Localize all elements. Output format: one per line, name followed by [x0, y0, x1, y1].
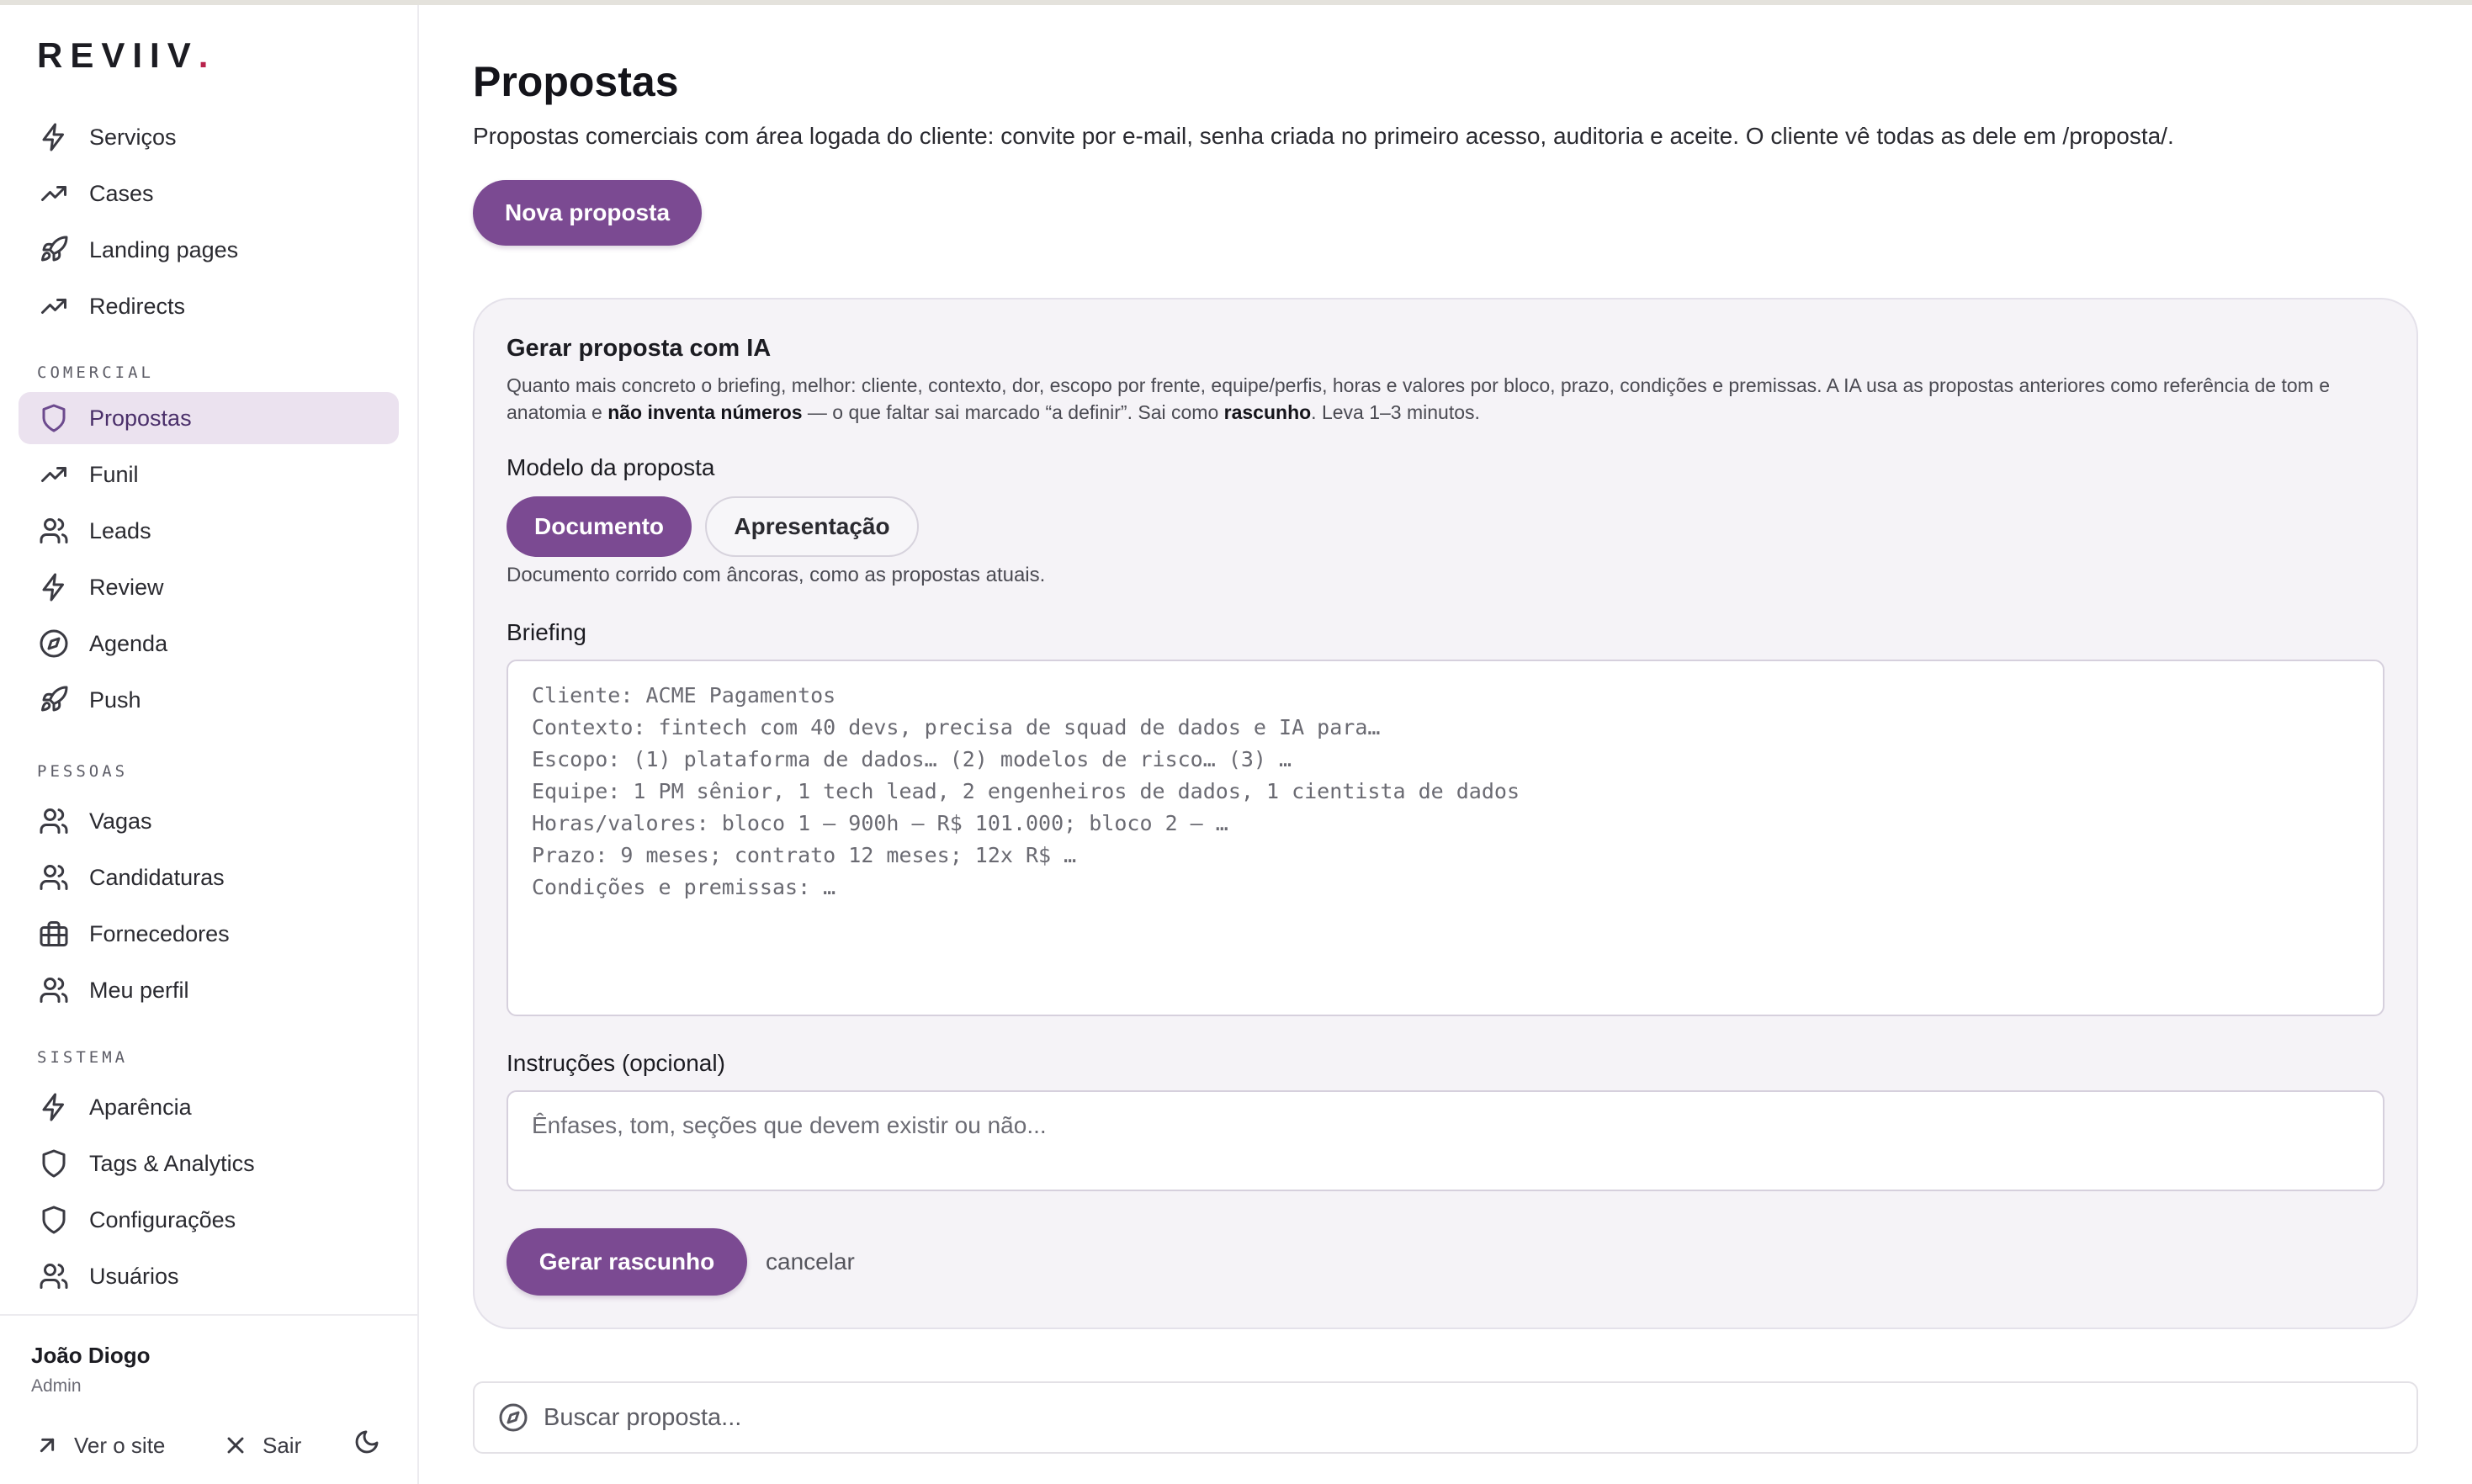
- page-title: Propostas: [473, 58, 679, 105]
- sidebar-item-funil[interactable]: Funil: [19, 448, 399, 501]
- section-label-sistema: SISTEMA: [37, 1048, 129, 1067]
- model-option-documento[interactable]: Documento: [507, 496, 692, 557]
- sidebar-item-redirects[interactable]: Redirects: [19, 280, 399, 332]
- sidebar-item-label: Redirects: [89, 293, 186, 319]
- compass-icon: [499, 1403, 528, 1432]
- sidebar-item-label: Aparência: [89, 1094, 192, 1120]
- sidebar-item-label: Propostas: [89, 405, 192, 431]
- ai-card-description: Quanto mais concreto o briefing, melhor:…: [507, 374, 2331, 423]
- sidebar-item-servicos[interactable]: Serviços: [19, 111, 399, 163]
- model-label: Modelo da proposta: [507, 454, 715, 480]
- lightning-icon: [37, 570, 71, 604]
- generate-draft-button[interactable]: Gerar rascunho: [507, 1228, 747, 1296]
- briefing-textarea[interactable]: [507, 660, 2384, 1016]
- user-name: João Diogo: [31, 1343, 151, 1368]
- search-input[interactable]: [542, 1402, 2396, 1433]
- sidebar-item-fornecedores[interactable]: Fornecedores: [19, 908, 399, 960]
- instructions-textarea[interactable]: [507, 1090, 2384, 1191]
- sidebar-item-label: Candidaturas: [89, 864, 225, 890]
- sidebar-item-review[interactable]: Review: [19, 561, 399, 613]
- lightning-icon: [37, 120, 71, 154]
- sidebar-item-aparencia[interactable]: Aparência: [19, 1081, 399, 1133]
- search-bar[interactable]: [473, 1381, 2418, 1454]
- model-helper-text: Documento corrido com âncoras, como as p…: [507, 564, 1046, 586]
- model-option-apresentacao[interactable]: Apresentação: [705, 496, 919, 557]
- new-proposal-button[interactable]: Nova proposta: [473, 180, 702, 246]
- close-icon: [227, 1437, 244, 1454]
- users-icon: [37, 514, 71, 548]
- sidebar-item-label: Landing pages: [89, 236, 239, 262]
- shield-icon: [37, 1147, 71, 1180]
- sidebar-item-label: Funil: [89, 461, 139, 487]
- sidebar-item-label: Tags & Analytics: [89, 1150, 255, 1176]
- theme-toggle[interactable]: [353, 1428, 387, 1462]
- trend-icon: [37, 458, 71, 491]
- view-site-link[interactable]: Ver o site: [34, 1425, 165, 1465]
- sidebar-item-label: Vagas: [89, 808, 152, 834]
- users-icon: [37, 973, 71, 1007]
- sidebar-item-push[interactable]: Push: [19, 674, 399, 726]
- sidebar-item-vagas[interactable]: Vagas: [19, 795, 399, 847]
- sidebar-item-label: Serviços: [89, 124, 177, 150]
- compass-icon: [37, 627, 71, 660]
- briefing-label: Briefing: [507, 619, 586, 645]
- section-label-pessoas: PESSOAS: [37, 762, 129, 781]
- sidebar-divider: [0, 1314, 417, 1316]
- sidebar-item-usuarios[interactable]: Usuários: [19, 1250, 399, 1302]
- instructions-label: Instruções (opcional): [507, 1050, 725, 1076]
- sidebar-item-label: Fornecedores: [89, 920, 230, 946]
- sidebar-item-meu-perfil[interactable]: Meu perfil: [19, 964, 399, 1016]
- moon-icon: [355, 1430, 379, 1454]
- sidebar-item-cases[interactable]: Cases: [19, 167, 399, 220]
- sidebar-item-label: Cases: [89, 180, 154, 206]
- briefcase-icon: [37, 917, 71, 951]
- sidebar-item-label: Meu perfil: [89, 977, 189, 1003]
- sidebar-item-landing-pages[interactable]: Landing pages: [19, 224, 399, 276]
- ai-card-title: Gerar proposta com IA: [507, 335, 772, 362]
- brand-logo[interactable]: REVIIV.: [37, 35, 208, 76]
- trend-icon: [37, 177, 71, 210]
- sidebar-item-label: Push: [89, 686, 141, 713]
- sidebar-item-propostas[interactable]: Propostas: [19, 392, 399, 444]
- page-description: Propostas comerciais com área logada do …: [473, 123, 2174, 149]
- shield-icon: [37, 1203, 71, 1237]
- rocket-icon: [37, 233, 71, 267]
- sidebar: REVIIV. Serviços Cases Landing pages Red…: [0, 5, 419, 1484]
- sidebar-item-configuracoes[interactable]: Configurações: [19, 1194, 399, 1246]
- sidebar-item-agenda[interactable]: Agenda: [19, 617, 399, 670]
- users-icon: [37, 1259, 71, 1293]
- trend-icon: [37, 289, 71, 323]
- shield-icon: [37, 401, 71, 435]
- lightning-icon: [37, 1090, 71, 1124]
- users-icon: [37, 804, 71, 838]
- sidebar-item-tags-analytics[interactable]: Tags & Analytics: [19, 1137, 399, 1190]
- rocket-icon: [37, 683, 71, 717]
- sidebar-item-candidaturas[interactable]: Candidaturas: [19, 851, 399, 904]
- sidebar-item-label: Usuários: [89, 1263, 179, 1289]
- sidebar-item-label: Agenda: [89, 630, 168, 656]
- user-role: Admin: [31, 1376, 82, 1396]
- users-icon: [37, 861, 71, 894]
- cancel-link[interactable]: cancelar: [766, 1248, 855, 1275]
- sidebar-item-label: Configurações: [89, 1206, 236, 1232]
- sidebar-item-leads[interactable]: Leads: [19, 505, 399, 557]
- sidebar-item-label: Review: [89, 574, 164, 600]
- logout-link[interactable]: Sair: [222, 1425, 301, 1465]
- section-label-comercial: COMERCIAL: [37, 363, 154, 382]
- arrow-up-right-icon: [40, 1438, 55, 1453]
- sidebar-item-label: Leads: [89, 517, 151, 543]
